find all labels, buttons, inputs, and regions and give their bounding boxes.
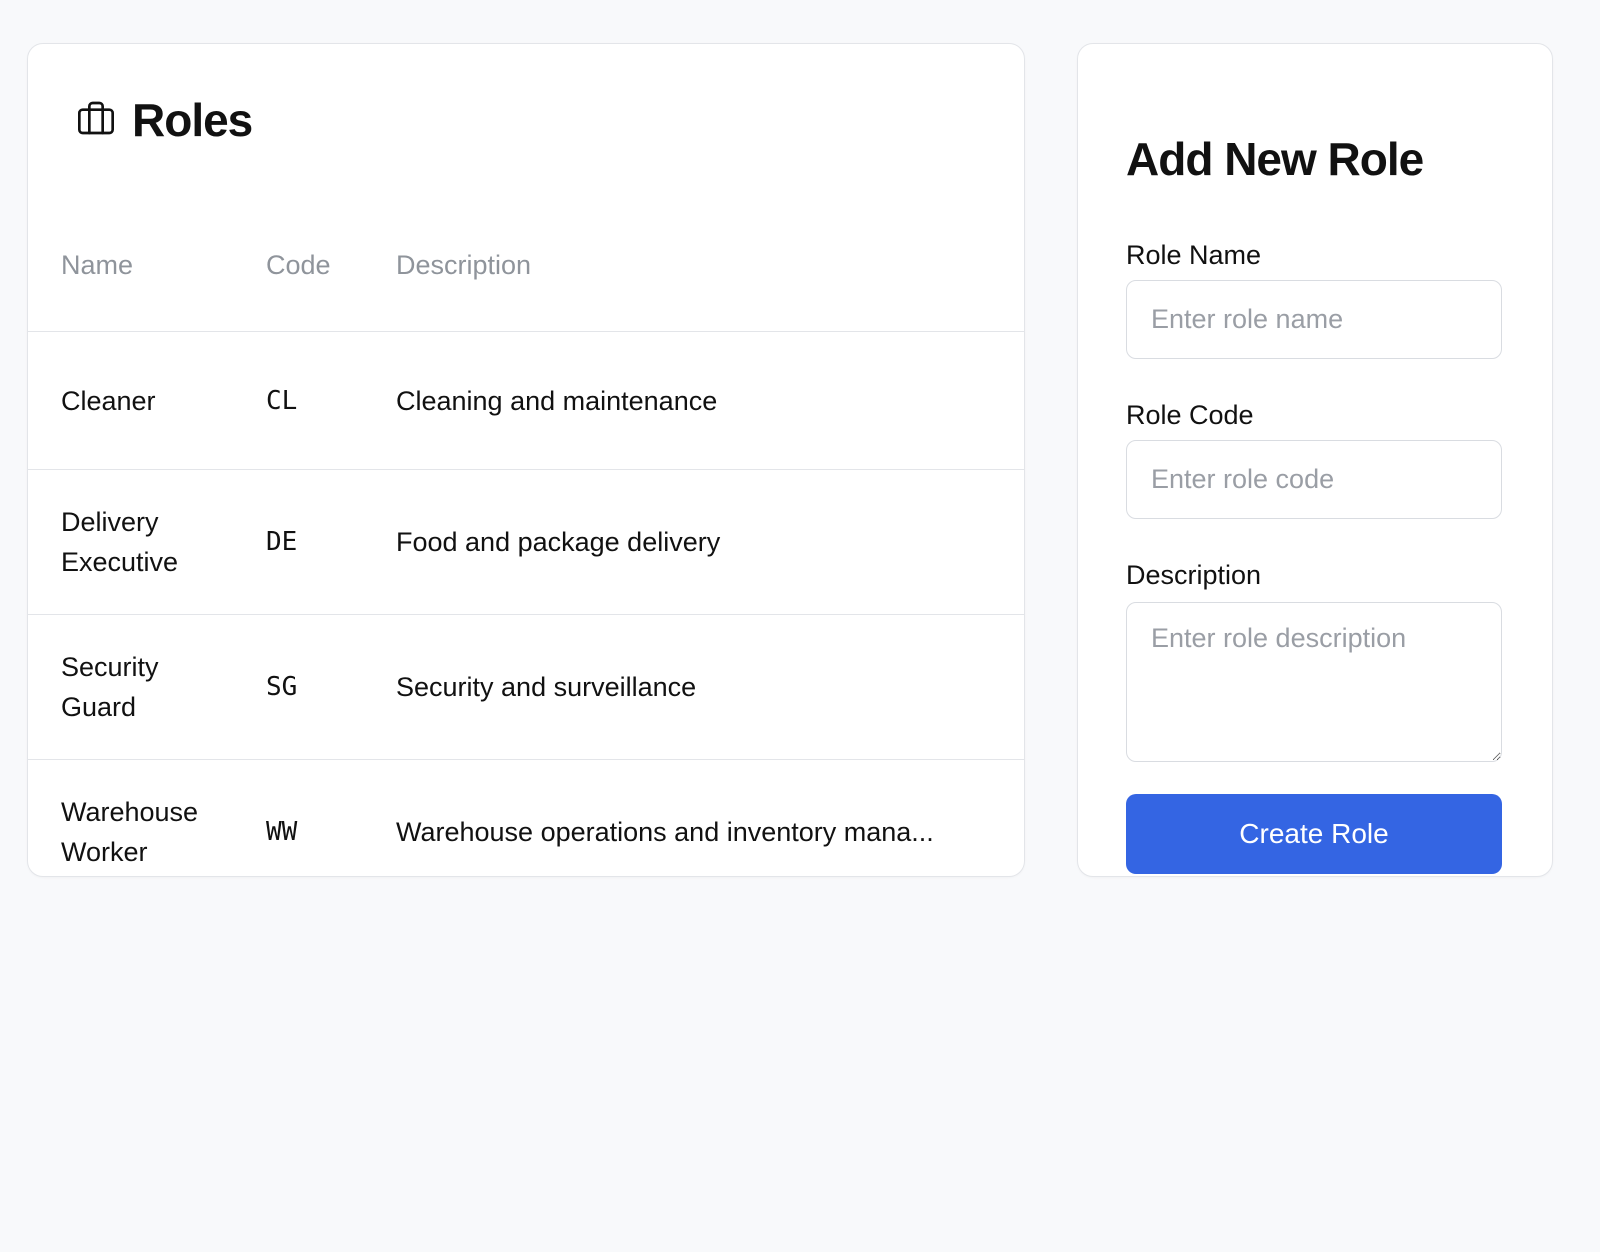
role-description: Food and package delivery bbox=[396, 527, 721, 557]
form-title: Add New Role bbox=[1126, 133, 1424, 185]
roles-title: Roles bbox=[132, 94, 253, 146]
role-description: Security and surveillance bbox=[396, 672, 697, 702]
table-row-name-cell: Security Guard bbox=[28, 614, 266, 760]
create-role-button[interactable]: Create Role bbox=[1126, 794, 1502, 874]
table-row-name-cell: Warehouse Worker bbox=[28, 760, 266, 877]
table-row-code-cell: SG bbox=[266, 614, 396, 760]
role-description: Warehouse operations and inventory mana.… bbox=[396, 817, 934, 848]
table-row-code-cell: CL bbox=[266, 331, 396, 470]
table-row-code-cell: DE bbox=[266, 469, 396, 615]
description-label: Description bbox=[1126, 560, 1262, 590]
table-row-code-cell: WW bbox=[266, 760, 396, 877]
role-name: Delivery Executive bbox=[61, 507, 179, 577]
role-name: Warehouse Worker bbox=[61, 797, 199, 868]
table-row-description-cell: Warehouse operations and inventory mana.… bbox=[396, 760, 1024, 877]
role-name-label: Role Name bbox=[1126, 240, 1262, 270]
roles-panel: Roles Name Code Description Cleaner CL C… bbox=[27, 43, 1025, 877]
column-header-name: Name bbox=[28, 213, 266, 318]
table-row-description-cell: Security and surveillance bbox=[396, 614, 1024, 760]
role-name: Cleaner bbox=[61, 385, 156, 416]
table-row-description-cell: Cleaning and maintenance bbox=[396, 331, 1024, 470]
role-code: SG bbox=[266, 672, 298, 702]
table-row[interactable]: Cleaner CL Cleaning and maintenance bbox=[28, 331, 1024, 470]
roles-table: Name Code Description Cleaner CL Cleanin… bbox=[28, 213, 1024, 877]
add-role-panel: Add New Role Role Name Role Code Descrip… bbox=[1077, 43, 1553, 877]
table-row-name-cell: Cleaner bbox=[28, 331, 266, 470]
role-description: Cleaning and maintenance bbox=[396, 385, 718, 416]
description-textarea[interactable] bbox=[1126, 602, 1502, 762]
role-code-input[interactable] bbox=[1126, 440, 1502, 519]
role-code: WW bbox=[266, 817, 298, 848]
role-code: DE bbox=[266, 527, 298, 557]
column-header-description: Description bbox=[396, 213, 1024, 318]
role-code: CL bbox=[266, 385, 298, 416]
table-row-name-cell: Delivery Executive bbox=[28, 469, 266, 615]
role-name-input[interactable] bbox=[1126, 280, 1502, 359]
table-row-description-cell: Food and package delivery bbox=[396, 469, 1024, 615]
role-code-label: Role Code bbox=[1126, 400, 1254, 430]
table-header-row: Name Code Description bbox=[28, 213, 1024, 332]
role-name: Security Guard bbox=[61, 652, 159, 722]
briefcase-icon bbox=[76, 98, 116, 143]
column-header-code: Code bbox=[266, 213, 396, 318]
roles-header: Roles bbox=[76, 90, 253, 150]
table-row[interactable]: Warehouse Worker WW Warehouse operations… bbox=[28, 760, 1024, 877]
table-row[interactable]: Delivery Executive DE Food and package d… bbox=[28, 469, 1024, 615]
page-gutter bbox=[1568, 0, 1612, 1252]
table-row[interactable]: Security Guard SG Security and surveilla… bbox=[28, 614, 1024, 760]
scrollbar-track[interactable] bbox=[1600, 0, 1612, 1252]
